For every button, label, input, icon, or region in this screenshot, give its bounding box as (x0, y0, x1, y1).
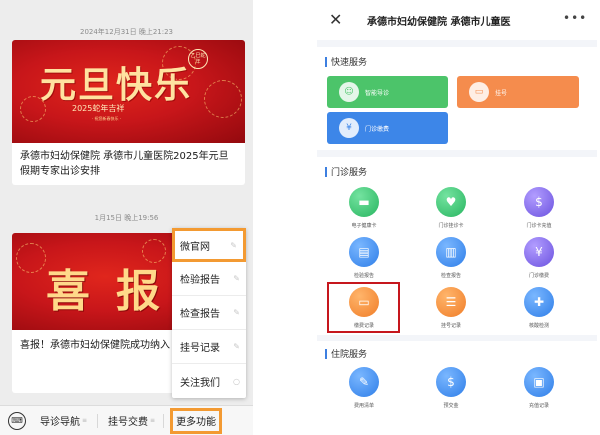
section-title: 门诊服务 (325, 165, 367, 178)
menu-item-registration-record[interactable]: 挂号记录 ✎ (172, 330, 246, 364)
menu-item-follow-us[interactable]: 关注我们 ○ (172, 364, 246, 398)
robot-icon: ☺ (339, 82, 359, 102)
tab-label: 导诊导航 (40, 417, 80, 428)
service-exam-report[interactable]: ▥ 检查报告 (421, 237, 481, 279)
menu-item-label: 检查报告 (180, 309, 220, 320)
banner-title: 元旦快乐 (40, 64, 193, 106)
tab-more-functions[interactable]: 更多功能 (170, 407, 223, 434)
quick-smart-guide-button[interactable]: ☺ 智能导诊 (327, 76, 448, 108)
menu-item-exam-report[interactable]: 检查报告 ✎ (172, 296, 246, 330)
article-title: 承德市妇幼保健院 承德市儿童医院2025年元旦假期专家出诊安排 (20, 151, 229, 177)
section-title: 住院服务 (325, 347, 367, 360)
mini-program-header: ✕ 承德市妇幼保健院 承德市儿童医 ••• (317, 0, 597, 40)
close-icon[interactable]: ✕ (329, 10, 342, 29)
card-icon: ▬ (349, 187, 379, 217)
menu-dot-icon: ≡ (82, 417, 88, 424)
tab-guide-navigation[interactable]: 导诊导航 ≡ (40, 406, 87, 435)
report-icon: ▤ (349, 237, 379, 267)
money-icon: $ (524, 187, 554, 217)
ticket-icon: ▭ (469, 82, 489, 102)
article-card[interactable]: 元旦快乐 2025蛇年吉祥 · 祝您新春快乐 · 乙巳蛇年 承德市妇幼保健院 承… (12, 40, 245, 185)
divider (97, 413, 99, 428)
pencil-icon: ✎ (233, 308, 240, 317)
tab-register-pay[interactable]: 挂号交费 ≡ (108, 406, 155, 435)
menu-item-label: 检验报告 (180, 275, 220, 286)
banner-badge: 乙巳蛇年 (188, 49, 208, 69)
article-banner-newyear: 元旦快乐 2025蛇年吉祥 · 祝您新春快乐 · 乙巳蛇年 (12, 40, 245, 143)
quick-register-button[interactable]: ▭ 挂号 (457, 76, 579, 108)
menu-item-lab-report[interactable]: 检验报告 ✎ (172, 262, 246, 296)
pay-icon: ¥ (524, 237, 554, 267)
list-icon: ☰ (436, 287, 466, 317)
wallet-icon: ¥ (339, 118, 359, 138)
service-e-health-card[interactable]: ▬ 电子健康卡 (334, 187, 394, 229)
divider (163, 413, 165, 428)
service-deposit[interactable]: $ 预交金 (421, 367, 481, 409)
banner-subtitle: 2025蛇年吉祥 (72, 104, 125, 113)
quick-outpatient-pay-button[interactable]: ¥ 门诊缴费 (327, 112, 448, 144)
more-menu-button[interactable]: ••• (563, 11, 587, 25)
inpatient-services-section: 住院服务 ✎ 费用清单 $ 预交金 ▣ 充值记录 (317, 341, 597, 435)
service-lab-report[interactable]: ▤ 检验报告 (334, 237, 394, 279)
circle-icon: ○ (233, 376, 240, 386)
test-icon: ✚ (524, 287, 554, 317)
menu-item-label: 微官网 (180, 241, 210, 253)
hospital-mini-program: ✕ 承德市妇幼保健院 承德市儿童医 ••• 快速服务 ☺ 智能导诊 ▭ 挂号 ¥… (317, 0, 597, 435)
page-title: 承德市妇幼保健院 承德市儿童医 (367, 17, 511, 28)
menu-item-label: 关注我们 (180, 377, 220, 389)
service-registration-record[interactable]: ☰ 挂号记录 (421, 287, 481, 329)
tab-label: 挂号交费 (108, 417, 149, 428)
tab-label: 更多功能 (176, 417, 217, 428)
pencil-icon: ✎ (233, 274, 240, 283)
banner-title: 喜报 (46, 266, 186, 317)
deposit-icon: $ (436, 367, 466, 397)
timestamp: 2024年12月31日 晚上21:23 (79, 28, 174, 36)
banner-small-text: · 祝您新春快乐 · (92, 116, 122, 121)
service-recharge-record[interactable]: ▣ 充值记录 (509, 367, 569, 409)
wechat-chat-panel: 2024年12月31日 晚上21:23 元旦快乐 2025蛇年吉祥 · 祝您新春… (0, 0, 253, 435)
menu-item-micro-website[interactable]: 微官网 ✎ (172, 228, 246, 262)
bill-icon: ✎ (349, 367, 379, 397)
quick-services-section: 快速服务 ☺ 智能导诊 ▭ 挂号 ¥ 门诊缴费 (317, 47, 597, 150)
service-outpatient-pay[interactable]: ¥ 门诊缴费 (509, 237, 569, 279)
doc-icon: ▥ (436, 237, 466, 267)
service-outpatient-card[interactable]: ♥ 门诊挂诊卡 (421, 187, 481, 229)
pencil-icon: ✎ (230, 240, 237, 250)
menu-item-label: 挂号记录 (180, 343, 220, 354)
official-account-menu-bar: ⌨ 导诊导航 ≡ 挂号交费 ≡ 更多功能 (0, 405, 253, 435)
section-title: 快速服务 (325, 55, 367, 68)
wallet-icon: ▣ (524, 367, 554, 397)
keyboard-icon[interactable]: ⌨ (8, 411, 26, 430)
pencil-icon: ✎ (233, 342, 240, 351)
more-functions-menu: 微官网 ✎ 检验报告 ✎ 检查报告 ✎ 挂号记录 ✎ 关注我们 ○ (172, 228, 246, 398)
service-card-recharge[interactable]: $ 门诊卡充值 (509, 187, 569, 229)
timestamp: 1月15日 晚上19:56 (94, 214, 159, 222)
highlight-payment-record (327, 282, 400, 333)
service-nucleic-test[interactable]: ✚ 核酸检测 (509, 287, 569, 329)
service-expense-list[interactable]: ✎ 费用清单 (334, 367, 394, 409)
heart-icon: ♥ (436, 187, 466, 217)
menu-dot-icon: ≡ (150, 417, 156, 424)
